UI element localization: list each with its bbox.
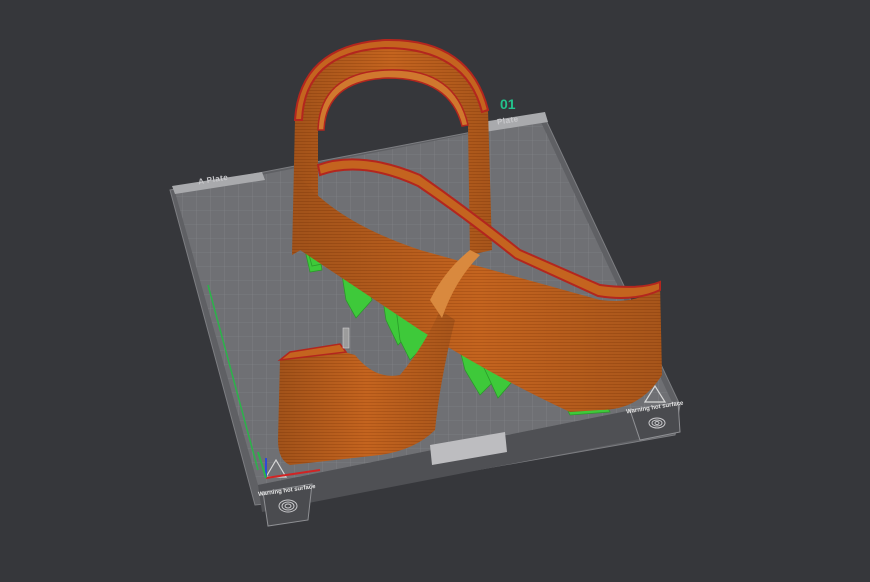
plate-number-label[interactable]: 01 — [500, 96, 516, 112]
scene-canvas[interactable] — [0, 0, 870, 578]
3d-viewport[interactable]: A Plate Plate 01 Warning hot surface War… — [0, 0, 870, 578]
pin-marker — [342, 327, 350, 349]
